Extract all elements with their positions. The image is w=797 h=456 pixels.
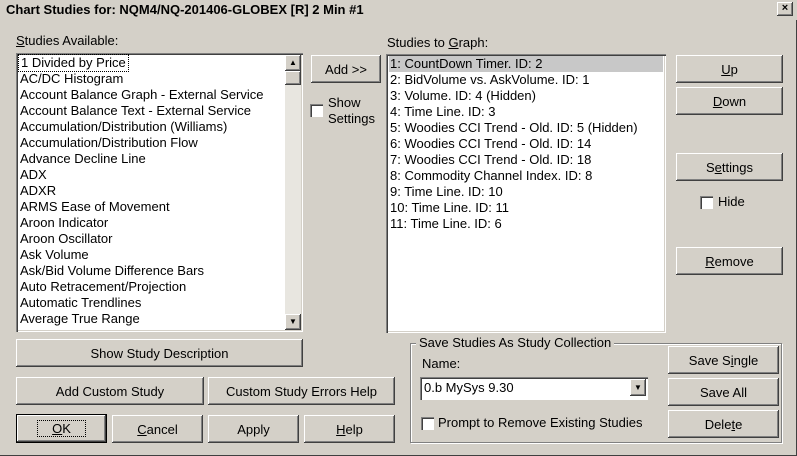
list-item[interactable]: 11: Time Line. ID: 6	[390, 216, 502, 232]
save-all-button[interactable]: Save All	[668, 378, 779, 406]
list-item[interactable]: Automatic Trendlines	[20, 295, 141, 311]
studies-available-label: Studies Available:	[16, 33, 119, 48]
available-scrollbar[interactable]: ▲ ▼	[285, 55, 301, 330]
list-item[interactable]: 6: Woodies CCI Trend - Old. ID: 14	[390, 136, 591, 152]
list-item[interactable]: 1: CountDown Timer. ID: 2	[389, 56, 663, 72]
delete-button[interactable]: Dele t e	[668, 410, 779, 438]
title-bar[interactable]: Chart Studies for: NQM4/NQ-201406-GLOBEX…	[0, 0, 797, 20]
studies-available-list[interactable]: 1 Divided by Price AC/DC Histogram Account…	[16, 53, 303, 332]
list-item[interactable]: 3: Volume. ID: 4 (Hidden)	[390, 88, 536, 104]
help-button[interactable]: Help	[304, 415, 395, 443]
close-icon: ×	[781, 2, 789, 14]
list-item[interactable]: Ask Volume	[20, 247, 89, 263]
window-title: Chart Studies for: NQM4/NQ-201406-GLOBEX…	[6, 2, 364, 17]
scroll-down-button[interactable]: ▼	[285, 314, 301, 330]
cancel-button[interactable]: Cancel	[112, 415, 203, 443]
list-item[interactable]: Accumulation/Distribution (Williams)	[20, 119, 227, 135]
custom-study-errors-help-button[interactable]: Custom Study Errors Help	[208, 377, 395, 405]
list-item[interactable]: AC/DC Histogram	[20, 71, 123, 87]
list-item[interactable]: 10: Time Line. ID: 11	[390, 200, 509, 216]
remove-button[interactable]: Remove	[676, 247, 783, 275]
down-button[interactable]: Down	[676, 87, 783, 115]
save-single-button[interactable]: Save Si ngle	[668, 346, 779, 374]
list-item[interactable]: ADX	[20, 167, 47, 183]
list-item[interactable]: Account Balance Text - External Service	[20, 103, 251, 119]
settings-button[interactable]: Se ttings	[676, 153, 783, 181]
show-settings-label: Show Settings	[328, 95, 375, 126]
add-button[interactable]: Add >>	[311, 55, 381, 83]
list-item[interactable]: ARMS Ease of Movement	[20, 199, 170, 215]
show-settings-checkbox[interactable]	[310, 104, 323, 117]
apply-button[interactable]: Apply	[208, 415, 299, 443]
chart-studies-dialog: Chart Studies for: NQM4/NQ-201406-GLOBEX…	[0, 0, 797, 456]
collection-name-dropdown[interactable]: 0.b MySys 9.30 ▼	[420, 377, 648, 400]
scroll-thumb[interactable]	[285, 71, 301, 85]
list-item[interactable]: Average True Range	[20, 311, 140, 327]
name-label: Name:	[422, 356, 461, 371]
list-item[interactable]: 4: Time Line. ID: 3	[390, 104, 496, 120]
show-study-description-button[interactable]: Show Study Description	[16, 339, 303, 367]
list-item[interactable]: 5: Woodies CCI Trend - Old. ID: 5 (Hidde…	[390, 120, 638, 136]
list-item[interactable]: Aroon Oscillator	[20, 231, 112, 247]
hide-checkbox[interactable]	[700, 196, 713, 209]
chevron-up-icon: ▲	[289, 58, 297, 67]
list-item[interactable]: Advance Decline Line	[20, 151, 146, 167]
study-collection-title: Save Studies As Study Collection	[416, 335, 615, 350]
collection-name-value: 0.b MySys 9.30	[424, 380, 514, 395]
chevron-down-icon: ▼	[634, 383, 642, 392]
close-button[interactable]: ×	[777, 2, 793, 16]
scroll-up-button[interactable]: ▲	[285, 55, 301, 71]
list-item[interactable]: Aroon Indicator	[20, 215, 108, 231]
studies-to-graph-list[interactable]: 1: CountDown Timer. ID: 2 2: BidVolume vs…	[386, 54, 666, 333]
hide-label: Hide	[718, 194, 745, 209]
list-item[interactable]: Auto Retracement/Projection	[20, 279, 186, 295]
list-item[interactable]: ADXR	[20, 183, 56, 199]
list-item[interactable]: Accumulation/Distribution Flow	[20, 135, 198, 151]
list-item[interactable]: 8: Commodity Channel Index. ID: 8	[390, 168, 592, 184]
list-item[interactable]: Ask/Bid Volume Difference Bars	[20, 263, 204, 279]
list-item[interactable]: Account Balance Graph - External Service	[20, 87, 264, 103]
list-item[interactable]: 9: Time Line. ID: 10	[390, 184, 503, 200]
studies-to-graph-label: Studies to Graph:	[387, 35, 489, 50]
chevron-down-icon: ▼	[289, 317, 297, 326]
list-item[interactable]: 7: Woodies CCI Trend - Old. ID: 18	[390, 152, 591, 168]
dropdown-arrow-button[interactable]: ▼	[630, 379, 646, 396]
ok-button[interactable]: OK	[16, 414, 107, 443]
up-button[interactable]: Up	[676, 55, 783, 83]
list-item[interactable]: 2: BidVolume vs. AskVolume. ID: 1	[390, 72, 589, 88]
prompt-remove-checkbox[interactable]	[421, 417, 434, 430]
add-custom-study-button[interactable]: Add Custom Study	[16, 377, 204, 405]
prompt-remove-label: Prompt to Remove Existing Studies	[438, 415, 643, 430]
list-item[interactable]: 1 Divided by Price	[18, 54, 129, 72]
